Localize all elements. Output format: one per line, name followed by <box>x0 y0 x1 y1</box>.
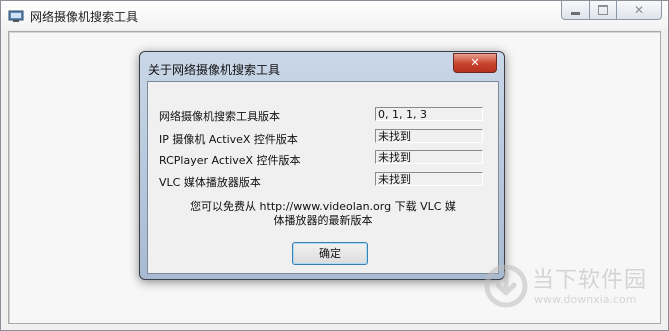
title-bar[interactable]: 网络摄像机搜索工具 ✕ <box>1 1 668 29</box>
close-icon: ✕ <box>633 3 645 17</box>
vlc-download-note-line1: 您可以免费从 http://www.videolan.org 下载 VLC 媒 <box>190 200 456 213</box>
watermark: 当下软件园 www.downxia.com <box>484 262 650 310</box>
maximize-icon <box>598 5 608 15</box>
vlc-download-note-line2: 体播放器的最新版本 <box>273 214 373 227</box>
version-label-ip-activex: IP 摄像机 ActiveX 控件版本 <box>159 133 298 146</box>
caption-buttons: ✕ <box>561 1 662 20</box>
version-value-rcplayer: 未找到 <box>375 150 483 164</box>
minimize-button[interactable] <box>561 1 590 20</box>
vlc-download-note: 您可以免费从 http://www.videolan.org 下载 VLC 媒 … <box>164 200 482 228</box>
version-label-search-tool: 网络摄像机搜索工具版本 <box>159 110 280 123</box>
close-icon: ✕ <box>470 56 480 69</box>
version-value-ip-activex: 未找到 <box>375 129 483 143</box>
watermark-title: 当下软件园 <box>532 268 648 293</box>
version-value-search-tool: 0, 1, 1, 3 <box>375 107 483 121</box>
close-button[interactable]: ✕ <box>617 1 662 20</box>
dialog-close-button[interactable]: ✕ <box>453 53 497 73</box>
version-value-vlc: 未找到 <box>375 172 483 186</box>
minimize-icon <box>571 12 580 15</box>
about-dialog: 关于网络摄像机搜索工具 ✕ 网络摄像机搜索工具版本 0, 1, 1, 3 IP … <box>139 51 505 280</box>
app-icon <box>8 8 24 22</box>
dialog-body: 网络摄像机搜索工具版本 0, 1, 1, 3 IP 摄像机 ActiveX 控件… <box>147 81 499 274</box>
window-title: 网络摄像机搜索工具 <box>30 10 139 24</box>
maximize-button[interactable] <box>590 1 617 20</box>
version-label-vlc: VLC 媒体播放器版本 <box>159 176 261 189</box>
ok-button[interactable]: 确定 <box>292 242 368 265</box>
downxia-logo-icon <box>484 264 528 312</box>
watermark-url: www.downxia.com <box>534 293 637 306</box>
dialog-title: 关于网络摄像机搜索工具 <box>148 63 281 77</box>
version-label-rcplayer: RCPlayer ActiveX 控件版本 <box>159 154 301 167</box>
